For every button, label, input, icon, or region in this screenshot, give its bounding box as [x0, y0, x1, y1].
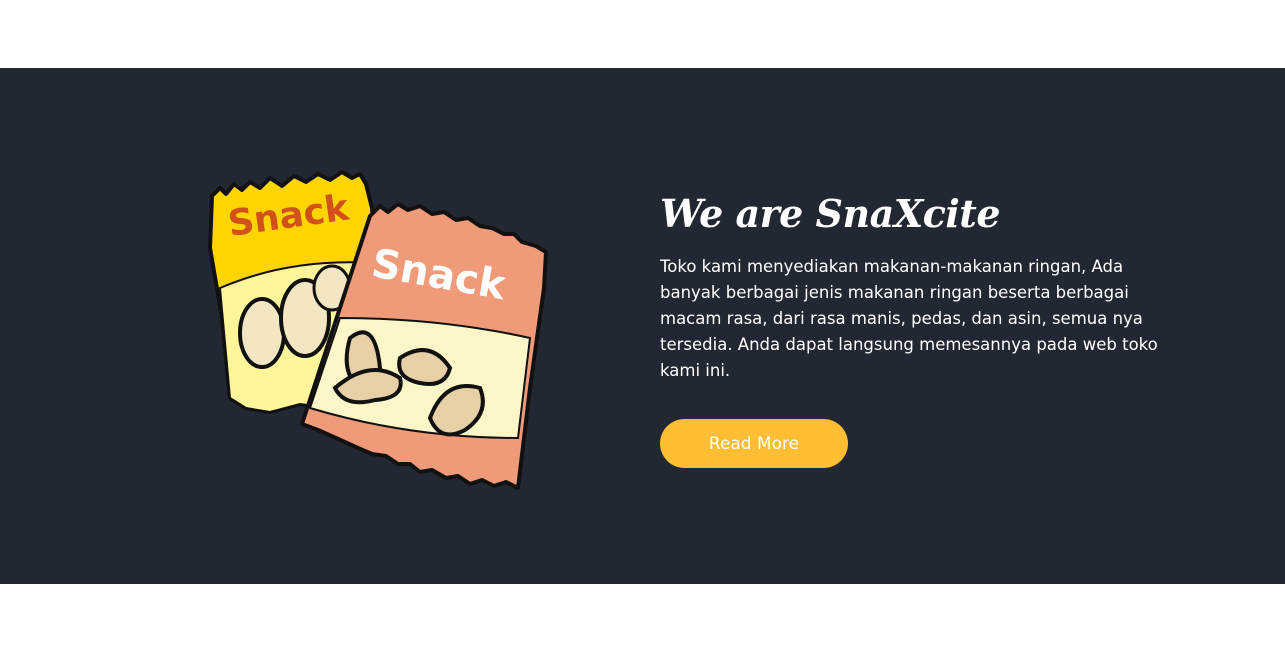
about-section: Snack Snack We are SnaXcite Toko kami me…	[0, 68, 1285, 584]
read-more-button[interactable]: Read More	[660, 419, 848, 468]
about-content: We are SnaXcite Toko kami menyediakan ma…	[660, 190, 1160, 384]
about-heading: We are SnaXcite	[660, 191, 1001, 236]
about-description: Toko kami menyediakan makanan-makanan ri…	[660, 257, 1158, 380]
snack-bags-illustration: Snack Snack	[200, 168, 560, 498]
